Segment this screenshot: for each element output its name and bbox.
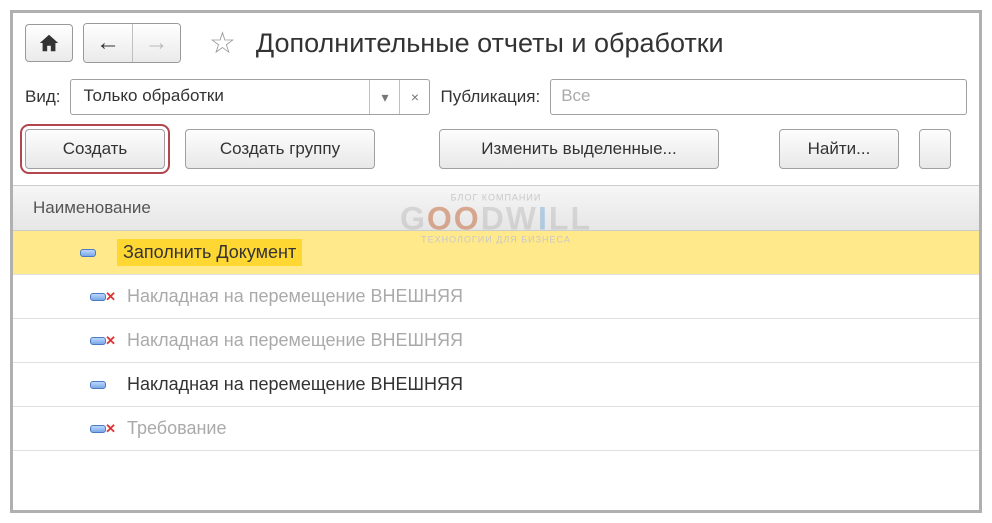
table-row[interactable]: ✕ Накладная на перемещение ВНЕШНЯЯ	[13, 275, 979, 319]
chevron-down-icon: ▾	[381, 89, 388, 106]
publication-input[interactable]: Все	[550, 79, 967, 115]
row-label: Накладная на перемещение ВНЕШНЯЯ	[127, 330, 463, 351]
forward-button[interactable]: →	[132, 24, 180, 62]
filter-bar: Вид: Только обработки ▾ × Публикация: Вс…	[13, 73, 979, 125]
navigation-bar: ← → ☆ Дополнительные отчеты и обработки	[13, 13, 979, 73]
type-combo-clear[interactable]: ×	[399, 80, 429, 114]
toolbar: Создать Создать группу Изменить выделенн…	[13, 125, 979, 185]
row-status-icon: ✕	[83, 293, 113, 301]
column-header-name: Наименование	[33, 198, 151, 217]
close-icon: ×	[411, 89, 419, 105]
change-selected-button[interactable]: Изменить выделенные...	[439, 129, 719, 169]
type-combo-value: Только обработки	[71, 80, 369, 114]
table-row[interactable]: ✕ Требование	[13, 407, 979, 451]
table-row[interactable]: Накладная на перемещение ВНЕШНЯЯ	[13, 363, 979, 407]
create-button[interactable]: Создать	[25, 129, 165, 169]
create-group-button[interactable]: Создать группу	[185, 129, 375, 169]
deleted-icon: ✕	[105, 289, 116, 305]
data-table: Наименование БЛОГ КОМПАНИИ GOODWILL ТЕХН…	[13, 185, 979, 451]
type-combo-dropdown[interactable]: ▾	[369, 80, 399, 114]
deleted-icon: ✕	[105, 333, 116, 349]
deleted-icon: ✕	[105, 421, 116, 437]
row-label: Накладная на перемещение ВНЕШНЯЯ	[127, 374, 463, 395]
app-window: ← → ☆ Дополнительные отчеты и обработки …	[10, 10, 982, 513]
publication-label: Публикация:	[440, 87, 540, 107]
row-status-icon: ✕	[83, 337, 113, 345]
row-label: Требование	[127, 418, 227, 439]
row-status-icon: ✕	[83, 425, 113, 433]
page-title: Дополнительные отчеты и обработки	[256, 28, 724, 59]
row-label: Заполнить Документ	[117, 239, 302, 266]
table-row[interactable]: Заполнить Документ	[13, 231, 979, 275]
back-button[interactable]: ←	[84, 24, 132, 62]
find-button[interactable]: Найти...	[779, 129, 899, 169]
table-row[interactable]: ✕ Накладная на перемещение ВНЕШНЯЯ	[13, 319, 979, 363]
nav-back-forward-group: ← →	[83, 23, 181, 63]
row-status-icon	[83, 381, 113, 389]
favorite-button[interactable]: ☆	[209, 26, 236, 61]
arrow-right-icon: →	[145, 29, 169, 57]
row-label: Накладная на перемещение ВНЕШНЯЯ	[127, 286, 463, 307]
type-combo[interactable]: Только обработки ▾ ×	[70, 79, 430, 115]
extra-button[interactable]	[919, 129, 951, 169]
star-icon: ☆	[209, 26, 236, 61]
type-label: Вид:	[25, 87, 60, 107]
home-icon	[38, 32, 60, 54]
table-header[interactable]: Наименование БЛОГ КОМПАНИИ GOODWILL ТЕХН…	[13, 186, 979, 231]
arrow-left-icon: ←	[96, 29, 120, 57]
home-button[interactable]	[25, 24, 73, 62]
row-status-icon	[73, 249, 103, 257]
